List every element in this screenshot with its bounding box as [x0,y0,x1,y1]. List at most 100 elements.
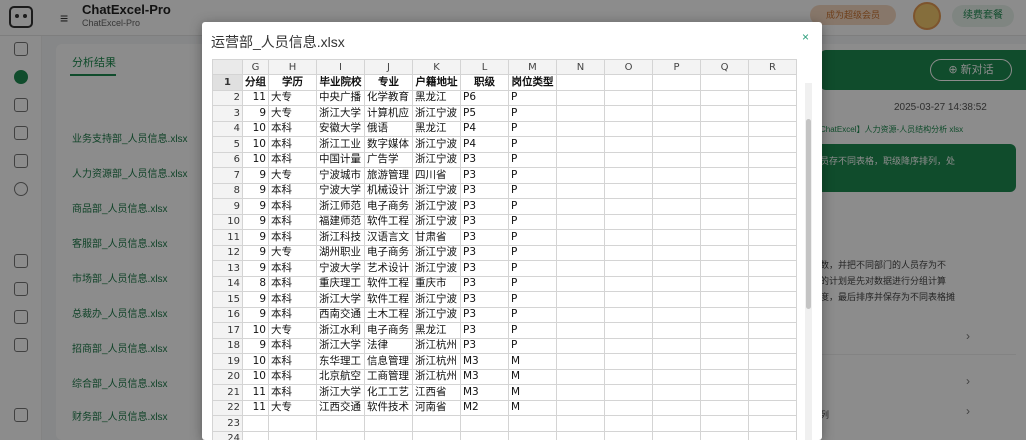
table-cell[interactable] [556,213,605,230]
table-cell[interactable]: 本科 [268,337,317,354]
table-cell[interactable]: 浙江工业 [316,136,365,153]
table-cell[interactable]: 汉语言文 [364,229,413,246]
table-cell[interactable]: P3 [460,275,509,292]
table-cell[interactable]: 浙江大学 [316,291,365,308]
table-cell[interactable]: 数字媒体 [364,136,413,153]
table-cell[interactable]: 化学教育 [364,89,413,106]
table-cell[interactable]: P [508,120,557,137]
table-cell[interactable] [748,260,797,277]
table-cell[interactable] [268,430,317,440]
table-cell[interactable] [748,213,797,230]
table-cell[interactable]: 软件工程 [364,291,413,308]
table-cell[interactable]: P [508,244,557,261]
table-cell[interactable]: 浙江宁波 [412,213,461,230]
table-cell[interactable] [556,415,605,432]
table-cell[interactable] [652,306,701,323]
table-cell[interactable] [700,198,749,215]
column-header[interactable]: O [604,59,653,75]
table-cell[interactable] [748,74,797,91]
table-cell[interactable] [604,260,653,277]
table-cell[interactable]: 10 [242,322,269,339]
table-cell[interactable]: 宁波城市 [316,167,365,184]
table-cell[interactable] [652,229,701,246]
table-cell[interactable]: 甘肃省 [412,229,461,246]
table-cell[interactable]: M [508,368,557,385]
table-cell[interactable]: P3 [460,306,509,323]
table-cell[interactable]: 户籍地址 [412,74,461,91]
table-cell[interactable] [604,167,653,184]
table-cell[interactable] [652,198,701,215]
table-cell[interactable] [316,415,365,432]
table-cell[interactable]: P3 [460,198,509,215]
table-cell[interactable] [652,136,701,153]
table-cell[interactable]: 本科 [268,291,317,308]
table-cell[interactable] [652,353,701,370]
table-cell[interactable]: 浙江宁波 [412,105,461,122]
table-cell[interactable]: 9 [242,291,269,308]
table-cell[interactable] [604,368,653,385]
table-cell[interactable]: P5 [460,105,509,122]
table-cell[interactable] [508,430,557,440]
table-cell[interactable] [556,306,605,323]
table-cell[interactable]: 本科 [268,260,317,277]
table-cell[interactable]: 9 [242,182,269,199]
table-cell[interactable]: 浙江宁波 [412,306,461,323]
table-cell[interactable]: 计算机应 [364,105,413,122]
table-cell[interactable]: M3 [460,384,509,401]
table-cell[interactable] [604,353,653,370]
table-cell[interactable]: P3 [460,260,509,277]
row-number[interactable]: 8 [212,182,243,199]
table-cell[interactable] [748,384,797,401]
table-cell[interactable]: P [508,291,557,308]
table-cell[interactable]: 艺术设计 [364,260,413,277]
table-cell[interactable] [412,430,461,440]
row-number[interactable]: 5 [212,136,243,153]
table-cell[interactable] [652,74,701,91]
table-cell[interactable]: 9 [242,229,269,246]
table-cell[interactable]: 四川省 [412,167,461,184]
table-cell[interactable] [652,399,701,416]
table-cell[interactable] [748,306,797,323]
table-cell[interactable] [700,337,749,354]
table-cell[interactable] [604,182,653,199]
table-cell[interactable]: 本科 [268,151,317,168]
table-cell[interactable]: 10 [242,120,269,137]
table-cell[interactable] [700,306,749,323]
table-cell[interactable]: 9 [242,260,269,277]
table-cell[interactable] [556,167,605,184]
table-cell[interactable] [652,430,701,440]
column-header[interactable]: N [556,59,605,75]
table-cell[interactable]: P4 [460,136,509,153]
table-cell[interactable] [748,415,797,432]
table-cell[interactable]: 软件工程 [364,213,413,230]
table-cell[interactable]: 浙江水利 [316,322,365,339]
table-cell[interactable]: 毕业院校 [316,74,365,91]
table-cell[interactable]: P3 [460,213,509,230]
row-number[interactable]: 7 [212,167,243,184]
table-cell[interactable]: 俄语 [364,120,413,137]
table-cell[interactable]: P6 [460,89,509,106]
table-cell[interactable]: 9 [242,244,269,261]
table-cell[interactable] [556,399,605,416]
table-cell[interactable]: 浙江大学 [316,337,365,354]
table-cell[interactable]: 河南省 [412,399,461,416]
table-cell[interactable]: P [508,229,557,246]
close-icon[interactable]: × [802,30,809,44]
row-number[interactable]: 16 [212,306,243,323]
table-cell[interactable] [700,213,749,230]
table-cell[interactable] [242,415,269,432]
table-cell[interactable] [700,229,749,246]
table-cell[interactable] [748,322,797,339]
table-cell[interactable] [700,399,749,416]
column-header[interactable]: J [364,59,413,75]
row-number[interactable]: 3 [212,105,243,122]
scrollbar-thumb[interactable] [806,119,811,309]
table-cell[interactable]: 化工工艺 [364,384,413,401]
table-cell[interactable]: 10 [242,353,269,370]
table-cell[interactable]: P [508,322,557,339]
table-cell[interactable] [748,291,797,308]
table-cell[interactable]: 江西交通 [316,399,365,416]
table-cell[interactable]: 11 [242,384,269,401]
table-cell[interactable]: 本科 [268,182,317,199]
table-cell[interactable] [700,430,749,440]
